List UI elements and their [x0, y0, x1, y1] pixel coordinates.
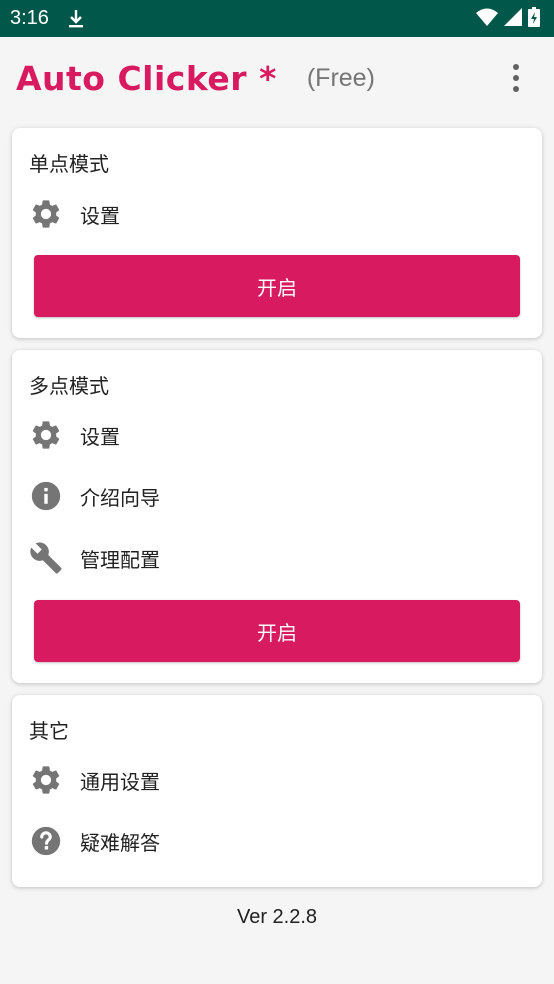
multi-mode-intro-guide[interactable]: 介绍向导: [29, 476, 160, 516]
manage-config-label: 管理配置: [80, 547, 160, 572]
wrench-icon: [29, 541, 63, 575]
general-settings[interactable]: 通用设置: [29, 760, 160, 800]
version-text: Ver 2.2.8: [236, 906, 318, 928]
settings-label: 设置: [80, 424, 120, 449]
intro-guide-label: 介绍向导: [80, 485, 160, 510]
app-bar: Auto Clicker * (Free): [0, 37, 554, 119]
gear-icon: [29, 197, 63, 231]
single-mode-title: 单点模式: [29, 152, 109, 176]
help-icon: [29, 824, 63, 858]
multi-mode-start-button[interactable]: 开启: [34, 600, 520, 662]
battery-icon: [528, 6, 540, 31]
single-mode-start-button[interactable]: 开启: [34, 255, 520, 317]
signal-icon: [504, 7, 522, 30]
troubleshooting-label: 疑难解答: [80, 830, 160, 855]
single-mode-settings[interactable]: 设置: [29, 194, 120, 234]
app-edition: (Free): [306, 63, 375, 92]
settings-label: 设置: [80, 203, 120, 228]
multi-mode-settings[interactable]: 设置: [29, 415, 120, 455]
multi-mode-title: 多点模式: [29, 374, 109, 398]
other-card: 其它 通用设置 疑难解答: [12, 695, 542, 887]
troubleshooting[interactable]: 疑难解答: [29, 821, 160, 861]
status-icons: [476, 6, 540, 31]
status-bar: 3:16: [0, 0, 554, 37]
wifi-icon: [476, 8, 498, 30]
gear-icon: [29, 418, 63, 452]
info-icon: [29, 479, 63, 513]
general-settings-label: 通用设置: [80, 769, 160, 794]
more-vert-icon[interactable]: [504, 61, 528, 95]
download-icon: [67, 9, 85, 29]
app-title: Auto Clicker *: [16, 58, 277, 98]
other-title: 其它: [29, 719, 69, 743]
multi-mode-card: 多点模式 设置 介绍向导 管理配置 开启: [12, 350, 542, 683]
gear-icon: [29, 763, 63, 797]
status-time: 3:16: [10, 7, 49, 29]
multi-mode-manage-config[interactable]: 管理配置: [29, 538, 160, 578]
single-mode-card: 单点模式 设置 开启: [12, 128, 542, 338]
